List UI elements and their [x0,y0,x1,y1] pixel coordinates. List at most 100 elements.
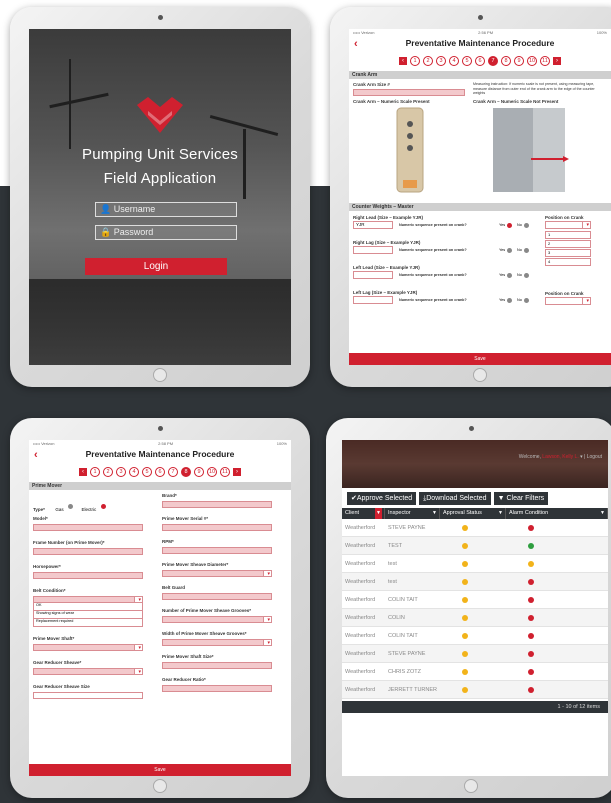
col-alarm[interactable]: Alarm Condition ▼ [506,508,608,519]
step-next-button[interactable]: › [553,57,561,65]
step-4[interactable]: 4 [129,467,139,477]
table-row[interactable]: Weatherford JERRETT TURNER [342,681,608,699]
step-3[interactable]: 3 [436,56,446,66]
table-row[interactable]: Weatherford test [342,555,608,573]
position-select[interactable]: ▾ [545,221,591,229]
step-9[interactable]: 9 [514,56,524,66]
text-field[interactable] [162,547,272,554]
radio-yes[interactable] [507,248,512,253]
weight-input[interactable] [353,271,393,279]
table-row[interactable]: Weatherford test [342,573,608,591]
filter-icon[interactable]: ▼ [375,508,382,519]
step-7[interactable]: 7 [488,56,498,66]
position-select-2[interactable]: ▾ [545,297,591,305]
select-field[interactable]: ▾ [33,668,143,675]
step-7[interactable]: 7 [168,467,178,477]
position-option[interactable]: 3 [545,249,591,257]
position-option[interactable]: 4 [545,258,591,266]
radio-yes[interactable] [507,273,512,278]
radio-no[interactable] [524,223,529,228]
step-2[interactable]: 2 [103,467,113,477]
belt-option[interactable]: Replacement required [33,619,143,627]
chevron-left-icon[interactable]: ‹ [34,449,38,461]
battery-text: 100% [276,441,287,446]
step-9[interactable]: 9 [194,467,204,477]
filter-icon[interactable]: ▼ [498,508,503,519]
text-field[interactable] [33,572,143,579]
col-client[interactable]: Client ▼ [342,508,385,519]
username-field[interactable]: 👤 Username [95,202,237,217]
text-field[interactable] [33,524,143,531]
chevron-left-icon[interactable]: ‹ [354,38,358,50]
table-row[interactable]: Weatherford COLIN TAIT [342,627,608,645]
text-field[interactable] [162,593,272,600]
radio-no[interactable] [524,248,529,253]
position-option[interactable]: 2 [545,240,591,248]
table-row[interactable]: Weatherford TEST [342,537,608,555]
clear-filters-button[interactable]: ▼ Clear Filters [493,492,549,505]
step-11[interactable]: 11 [220,467,230,477]
select-field[interactable]: ▾ [162,639,272,646]
table-row[interactable]: Weatherford STEVE PAYNE [342,645,608,663]
table-row[interactable]: Weatherford COLIN TAIT [342,591,608,609]
select-field[interactable]: ▾ [162,570,272,577]
select-field[interactable]: ▾ [33,596,143,603]
step-6[interactable]: 6 [475,56,485,66]
logout-link[interactable]: Logout [587,454,602,460]
step-8[interactable]: 8 [181,467,191,477]
step-6[interactable]: 6 [155,467,165,477]
login-screen: Pumping Unit Services Field Application … [29,29,291,365]
weight-input[interactable]: YJR [353,221,393,229]
belt-option[interactable]: Showing signs of wear [33,611,143,619]
step-2[interactable]: 2 [423,56,433,66]
table-row[interactable]: Weatherford CHRIS ZOTZ [342,663,608,681]
step-5[interactable]: 5 [462,56,472,66]
position-option[interactable]: 1 [545,231,591,239]
step-1[interactable]: 1 [90,467,100,477]
text-field[interactable] [162,662,272,669]
password-field[interactable]: 🔒 Password [95,225,237,240]
radio-no[interactable] [524,273,529,278]
text-field[interactable] [33,548,143,555]
text-field[interactable] [33,692,143,699]
save-button[interactable]: Save [349,353,611,365]
step-4[interactable]: 4 [449,56,459,66]
download-selected-button[interactable]: ⤓Download Selected [419,492,491,505]
step-prev-button[interactable]: ‹ [399,57,407,65]
filter-icon[interactable]: ▼ [432,508,437,519]
step-8[interactable]: 8 [501,56,511,66]
step-10[interactable]: 10 [207,467,217,477]
weight-input[interactable] [353,246,393,254]
approval-status-dot [462,542,468,549]
text-field[interactable] [162,685,272,692]
radio-yes[interactable] [507,223,512,228]
select-field[interactable]: ▾ [162,616,272,623]
radio-no[interactable] [524,298,529,303]
step-next-button[interactable]: › [233,468,241,476]
step-5[interactable]: 5 [142,467,152,477]
login-button[interactable]: Login [85,258,227,275]
step-10[interactable]: 10 [527,56,537,66]
text-field[interactable] [162,524,272,531]
radio-yes[interactable] [507,298,512,303]
col-approval[interactable]: Approval Status ▼ [440,508,506,519]
table-row[interactable]: Weatherford COLIN [342,609,608,627]
crank-size-input[interactable] [353,89,465,96]
chevron-down-icon: ▾ [586,222,589,228]
step-11[interactable]: 11 [540,56,550,66]
filter-icon[interactable]: ▼ [600,508,605,519]
weight-input[interactable] [353,296,393,304]
select-field[interactable]: ▾ [33,644,143,651]
text-field[interactable] [162,501,272,508]
radio-gas[interactable] [68,504,74,510]
col-inspector[interactable]: Inspector ▼ [385,508,440,519]
step-3[interactable]: 3 [116,467,126,477]
radio-electric[interactable] [100,504,106,510]
step-1[interactable]: 1 [410,56,420,66]
belt-option[interactable]: OK [33,603,143,611]
table-row[interactable]: Weatherford STEVE PAYNE [342,519,608,537]
approve-selected-button[interactable]: ✔Approve Selected [347,492,417,505]
step-prev-button[interactable]: ‹ [79,468,87,476]
field-label: Frame Number (on Prime Mover)* [33,540,105,545]
save-button[interactable]: Save [29,764,291,776]
